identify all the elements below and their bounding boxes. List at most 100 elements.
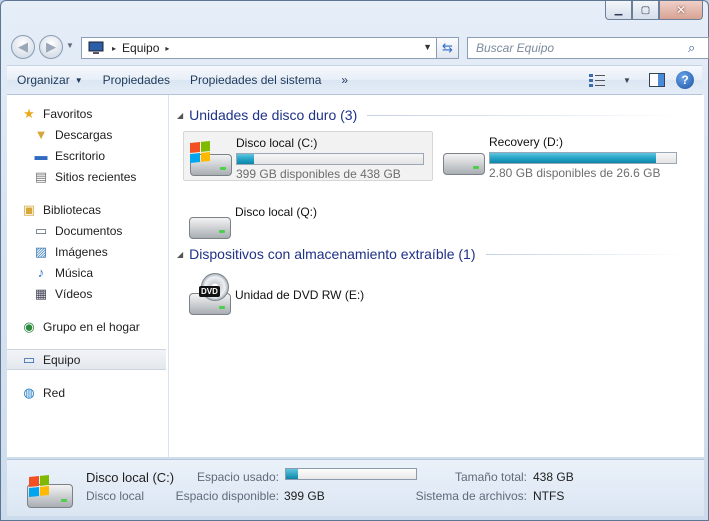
- group-header-hard-disks[interactable]: ◢ Unidades de disco duro (3): [177, 107, 687, 123]
- view-dropdown-button[interactable]: ▼: [616, 69, 638, 91]
- sidebar-item-recent-places[interactable]: ▤ Sitios recientes: [7, 166, 168, 187]
- back-button[interactable]: ◀: [11, 35, 35, 59]
- computer-icon: [88, 41, 104, 54]
- recent-pages-dropdown[interactable]: ▼: [66, 41, 76, 53]
- system-properties-label: Propiedades del sistema: [190, 73, 322, 87]
- refresh-icon: ⇆: [442, 40, 453, 55]
- maximize-icon: ▢: [640, 4, 651, 16]
- change-view-button[interactable]: [586, 69, 608, 91]
- capacity-bar: [236, 153, 424, 165]
- group-title: Unidades de disco duro (3): [189, 107, 358, 123]
- collapse-triangle-icon[interactable]: ◢: [177, 250, 183, 259]
- details-pane: Disco local (C:) Disco local Espacio usa…: [7, 459, 704, 516]
- sidebar-item-label: Música: [55, 265, 94, 280]
- drive-name: Unidad de DVD RW (E:): [235, 288, 365, 302]
- address-dropdown-icon[interactable]: ▼: [423, 42, 432, 52]
- sidebar-item-pictures[interactable]: ▨ Imágenes: [7, 241, 168, 262]
- sidebar-item-documents[interactable]: ▭ Documentos: [7, 220, 168, 241]
- details-free-label: Espacio disponible:: [175, 489, 279, 503]
- help-button[interactable]: ?: [676, 71, 694, 89]
- hard-drive-icon: [184, 132, 236, 180]
- search-input[interactable]: Buscar Equipo: [476, 41, 688, 55]
- details-drive-type: Disco local: [86, 489, 145, 503]
- sidebar-item-network[interactable]: ◍ Red: [7, 382, 168, 403]
- content-area: ★ Favoritos ▼ Descargas ▬ Escritorio ▤ Sitio…: [7, 95, 704, 457]
- sidebar-item-label: Grupo en el hogar: [43, 319, 140, 334]
- music-icon: ♪: [37, 265, 45, 280]
- details-free-value: 399 GB: [284, 489, 325, 503]
- drive-tile-q[interactable]: Disco local (Q:): [183, 195, 433, 245]
- refresh-button[interactable]: ⇆: [437, 37, 459, 59]
- videos-icon: ▦: [34, 285, 48, 301]
- sidebar-item-label: Favoritos: [43, 106, 93, 121]
- sidebar-item-computer[interactable]: ▭ Equipo: [7, 349, 166, 370]
- details-drive-name: Disco local (C:): [86, 470, 175, 485]
- system-properties-button[interactable]: Propiedades del sistema: [180, 68, 331, 92]
- breadcrumb-separator[interactable]: ▸: [165, 44, 169, 53]
- details-used-label: Espacio usado:: [196, 470, 279, 484]
- drive-free-space: 2.80 GB disponibles de 26.6 GB: [489, 166, 661, 180]
- back-arrow-icon: ◀: [18, 39, 28, 54]
- more-commands-button[interactable]: »: [331, 68, 358, 92]
- sidebar-item-downloads[interactable]: ▼ Descargas: [7, 124, 168, 145]
- navigation-pane: ★ Favoritos ▼ Descargas ▬ Escritorio ▤ Sitio…: [7, 95, 169, 457]
- organize-label: Organizar: [17, 73, 70, 87]
- drive-free-space: 399 GB disponibles de 438 GB: [236, 167, 401, 181]
- collapse-triangle-icon[interactable]: ◢: [177, 111, 183, 120]
- group-divider: [367, 114, 687, 116]
- search-icon[interactable]: ⌕: [688, 40, 708, 56]
- sidebar-item-label: Imágenes: [55, 244, 108, 259]
- drive-tile-c[interactable]: Disco local (C:) 399 GB disponibles de 4…: [183, 131, 433, 181]
- minimize-icon: ▁: [614, 4, 623, 16]
- sidebar-item-music[interactable]: ♪ Música: [7, 262, 168, 283]
- sidebar-item-videos[interactable]: ▦ Vídeos: [7, 283, 168, 304]
- drive-tile-e[interactable]: DVD Unidad de DVD RW (E:): [183, 271, 433, 321]
- explorer-window: ▁ ▢ ✕ ◀ ▶ ▼ ▸ Equipo ▸ ▼ ⇆ Buscar Equipo…: [0, 0, 709, 521]
- hard-drive-icon: [437, 131, 489, 179]
- sidebar-item-desktop[interactable]: ▬ Escritorio: [7, 145, 168, 166]
- command-bar: Organizar ▼ Propiedades Propiedades del s…: [7, 65, 702, 95]
- sidebar-item-homegroup[interactable]: ◉ Grupo en el hogar: [7, 316, 168, 337]
- file-list: ◢ Unidades de disco duro (3) Disco local…: [169, 95, 704, 457]
- sidebar-item-label: Sitios recientes: [55, 169, 137, 184]
- sidebar-item-label: Documentos: [55, 223, 123, 238]
- minimize-button[interactable]: ▁: [605, 1, 632, 20]
- group-title: Dispositivos con almacenamiento extraíbl…: [189, 246, 476, 262]
- library-icon: ▣: [22, 201, 36, 217]
- chevron-down-icon: ▼: [623, 75, 631, 85]
- sidebar-item-favorites[interactable]: ★ Favoritos: [7, 103, 168, 124]
- homegroup-icon: ◉: [23, 318, 35, 334]
- group-divider: [485, 253, 687, 255]
- dvd-badge: DVD: [199, 286, 220, 297]
- properties-button[interactable]: Propiedades: [93, 68, 180, 92]
- sidebar-item-label: Bibliotecas: [43, 202, 102, 217]
- details-fs-value: NTFS: [533, 489, 565, 503]
- forward-arrow-icon: ▶: [46, 39, 56, 54]
- drive-name: Disco local (Q:): [235, 205, 318, 219]
- sidebar-item-label: Escritorio: [55, 148, 106, 163]
- breadcrumb-separator[interactable]: ▸: [112, 44, 116, 53]
- drive-name: Recovery (D:): [489, 135, 564, 149]
- group-header-removable[interactable]: ◢ Dispositivos con almacenamiento extraí…: [177, 246, 687, 262]
- breadcrumb-equipo[interactable]: Equipo: [122, 41, 159, 55]
- documents-icon: ▭: [34, 222, 48, 238]
- preview-pane-button[interactable]: [646, 69, 668, 91]
- star-icon: ★: [23, 105, 35, 121]
- dvd-drive-icon: DVD: [183, 271, 235, 319]
- sidebar-item-libraries[interactable]: ▣ Bibliotecas: [7, 199, 168, 220]
- chevron-down-icon: ▼: [74, 75, 83, 85]
- details-total-label: Tamaño total:: [454, 470, 527, 484]
- maximize-button[interactable]: ▢: [632, 1, 659, 20]
- properties-label: Propiedades: [102, 73, 170, 87]
- close-icon: ✕: [675, 3, 687, 17]
- address-bar[interactable]: ▸ Equipo ▸ ▼: [81, 37, 437, 59]
- organize-button[interactable]: Organizar ▼: [7, 68, 93, 92]
- details-capacity-bar: [285, 468, 417, 480]
- sidebar-item-label: Vídeos: [55, 286, 93, 301]
- forward-button[interactable]: ▶: [39, 35, 63, 59]
- drive-tile-d[interactable]: Recovery (D:) 2.80 GB disponibles de 26.…: [437, 131, 687, 181]
- details-total-value: 438 GB: [533, 470, 574, 484]
- close-button[interactable]: ✕: [659, 1, 703, 20]
- hard-drive-icon: [25, 468, 77, 510]
- search-box[interactable]: Buscar Equipo ⌕: [467, 37, 709, 59]
